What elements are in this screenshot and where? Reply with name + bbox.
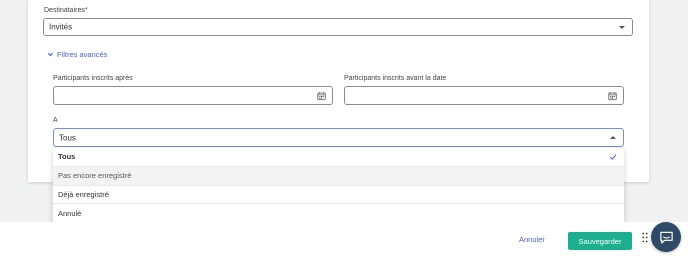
chat-launcher-button[interactable] [651,222,681,252]
a-select[interactable]: Tous [53,128,624,147]
save-button[interactable]: Sauvegarder [568,232,632,250]
check-icon [609,154,617,160]
after-date-input[interactable] [53,86,333,105]
option-label: Déjà enregistré [58,189,109,199]
option-tous[interactable]: Tous [53,148,624,167]
advanced-filters-toggle[interactable]: Filtres avancés [47,50,107,59]
chevron-up-icon [610,135,616,139]
calendar-icon[interactable] [317,91,326,100]
chevron-down-icon [47,52,54,57]
option-annule[interactable]: Annulé [53,204,624,223]
before-label: Participants inscrits avant la date [344,75,447,82]
option-label: Annulé [58,209,82,219]
advanced-filters-label: Filtres avancés [57,50,108,59]
chat-icon [659,231,673,244]
a-select-value: Tous [59,133,76,142]
cancel-button[interactable]: Annuler [519,235,545,244]
option-label: Tous [58,152,76,162]
after-label: Participants inscrits après [53,75,133,82]
option-pas-encore-enregistre[interactable]: Pas encore enregistré [53,166,624,186]
option-label: Pas encore enregistré [58,171,132,181]
before-date-input[interactable] [344,86,624,105]
option-deja-enregistre[interactable]: Déjà enregistré [53,186,624,205]
a-select-menu: Tous Pas encore enregistré Déjà enregist… [53,148,624,223]
destinataires-label: Destinataires* [44,7,88,14]
destinataires-select[interactable]: Invités [43,18,633,36]
drag-handle-icon[interactable] [642,232,648,243]
destinataires-value: Invités [49,22,73,32]
a-label: A [53,117,58,124]
chevron-down-icon [619,26,625,29]
calendar-icon[interactable] [608,91,617,100]
